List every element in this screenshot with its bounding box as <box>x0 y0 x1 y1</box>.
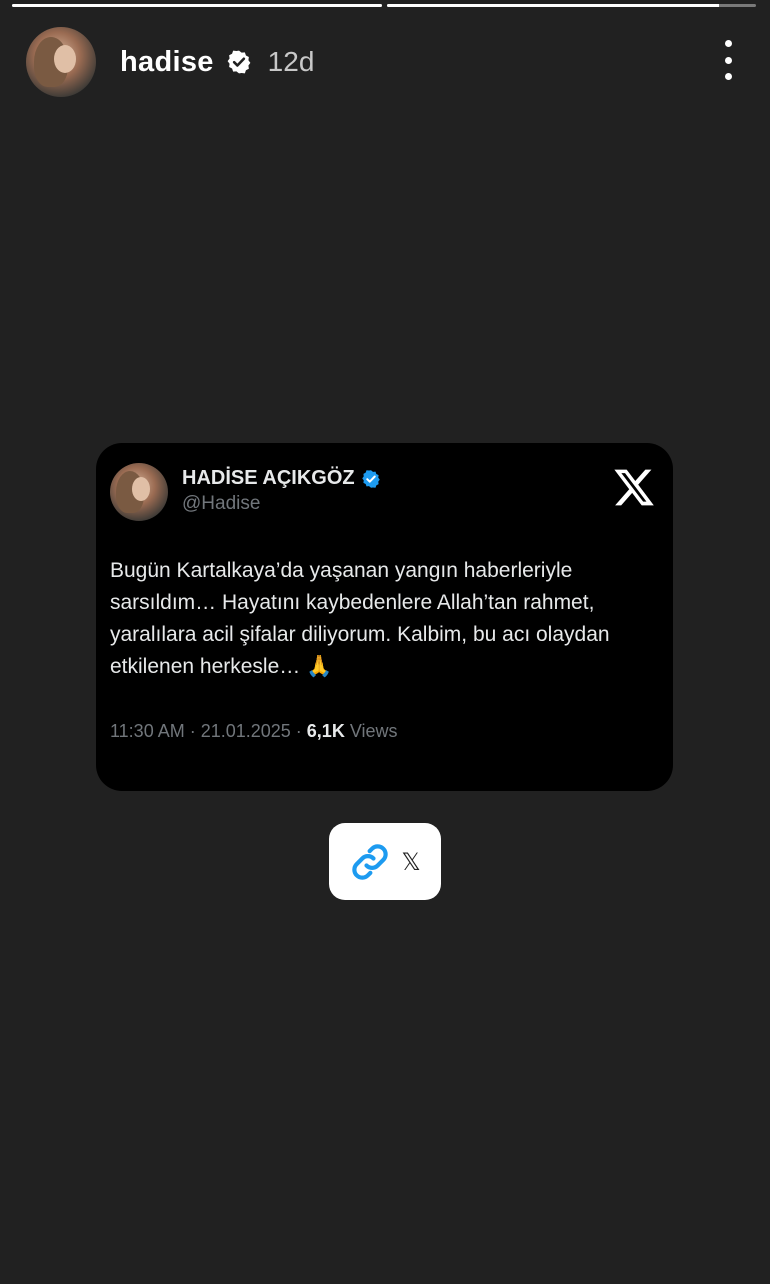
story-progress-segment <box>12 4 382 7</box>
tweet-name-row: HADİSE AÇIKGÖZ <box>182 467 381 490</box>
tweet-card[interactable]: HADİSE AÇIKGÖZ @Hadise Bugün Kartalkaya’… <box>96 443 673 791</box>
username[interactable]: hadise <box>120 46 214 79</box>
tweet-text: Bugün Kartalkaya’da yaşanan yangın haber… <box>110 559 610 678</box>
story-progress-segment <box>386 4 756 7</box>
tweet-meta: 11:30 AM · 21.01.2025 · 6,1K Views <box>110 721 398 742</box>
link-icon <box>352 843 389 880</box>
verified-badge-icon <box>227 50 251 74</box>
tweet-display-name: HADİSE AÇIKGÖZ <box>182 467 355 489</box>
link-sticker-label: 𝕏 <box>401 847 421 876</box>
more-vertical-icon <box>724 40 732 47</box>
tweet-handle: @Hadise <box>182 493 261 514</box>
verified-badge-icon <box>361 469 380 488</box>
tweet-time-date: 11:30 AM · 21.01.2025 · <box>110 721 307 741</box>
story-progress-fill <box>12 4 382 7</box>
x-logo-icon <box>614 469 654 506</box>
story-progress-bar <box>12 4 756 8</box>
story-progress-fill <box>386 4 720 7</box>
avatar[interactable] <box>26 27 96 97</box>
tweet-views-count: 6,1K <box>306 721 345 741</box>
post-timestamp: 12d <box>267 46 315 77</box>
tweet-views-label: Views <box>344 721 398 741</box>
story-header: hadise 12d <box>26 26 744 98</box>
more-options-button[interactable] <box>718 40 738 80</box>
tweet-avatar <box>110 463 168 521</box>
link-sticker[interactable]: 𝕏 <box>329 823 441 900</box>
